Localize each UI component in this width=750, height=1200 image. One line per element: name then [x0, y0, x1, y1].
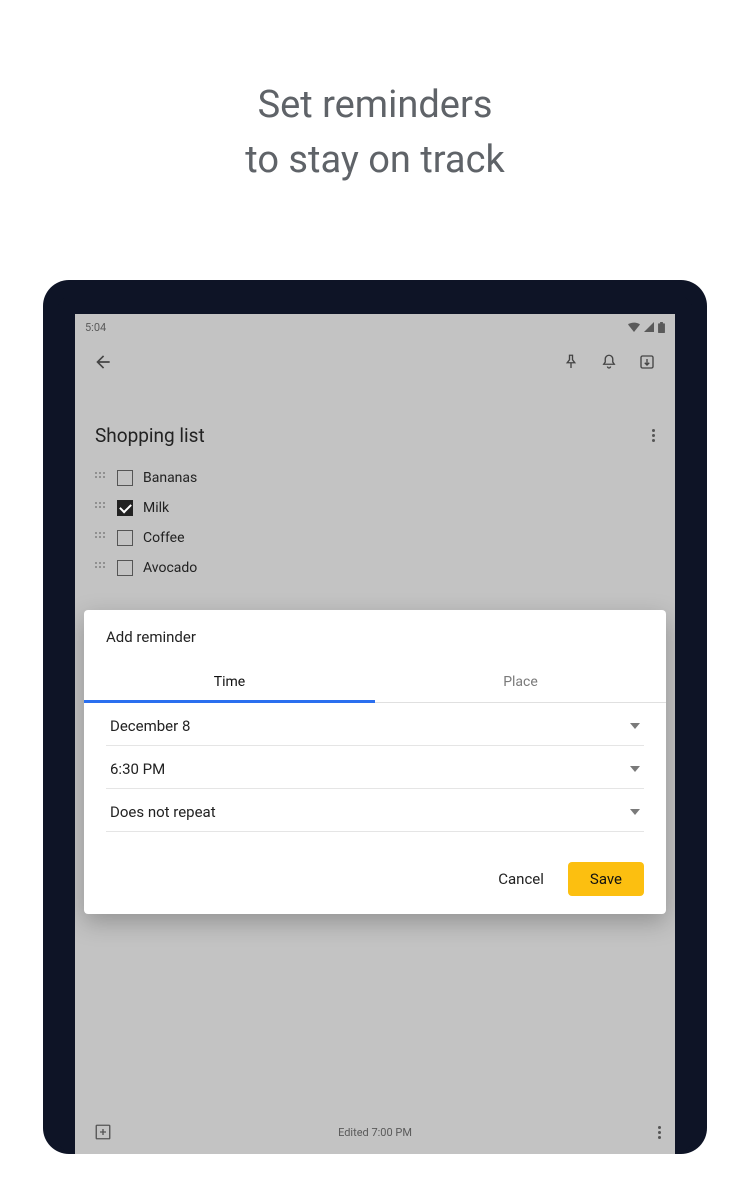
promo-line-2: to stay on track	[0, 133, 750, 188]
tablet-frame: 5:04	[43, 280, 707, 1154]
chevron-down-icon	[630, 809, 640, 815]
plus-box-icon	[94, 1123, 112, 1141]
reminder-tabs: Time Place	[84, 662, 666, 703]
promo-line-1: Set reminders	[0, 78, 750, 133]
cancel-button[interactable]: Cancel	[488, 862, 554, 896]
time-value: 6:30 PM	[110, 760, 165, 778]
dialog-actions: Cancel Save	[84, 832, 666, 898]
bottom-more-button[interactable]	[658, 1126, 661, 1139]
tab-place[interactable]: Place	[375, 662, 666, 702]
add-reminder-dialog: Add reminder Time Place December 8 6:30 …	[84, 610, 666, 914]
repeat-value: Does not repeat	[110, 803, 216, 821]
edited-timestamp: Edited 7:00 PM	[338, 1126, 412, 1139]
save-button[interactable]: Save	[568, 862, 644, 896]
chevron-down-icon	[630, 723, 640, 729]
add-button[interactable]	[89, 1118, 117, 1146]
date-value: December 8	[110, 717, 190, 735]
repeat-select[interactable]: Does not repeat	[106, 789, 644, 832]
bottom-toolbar: Edited 7:00 PM	[75, 1110, 675, 1154]
date-select[interactable]: December 8	[106, 703, 644, 746]
app-screen: 5:04	[75, 314, 675, 1154]
dialog-title: Add reminder	[84, 610, 666, 652]
chevron-down-icon	[630, 766, 640, 772]
tab-time[interactable]: Time	[84, 662, 375, 703]
promo-heading: Set reminders to stay on track	[0, 0, 750, 188]
time-select[interactable]: 6:30 PM	[106, 746, 644, 789]
